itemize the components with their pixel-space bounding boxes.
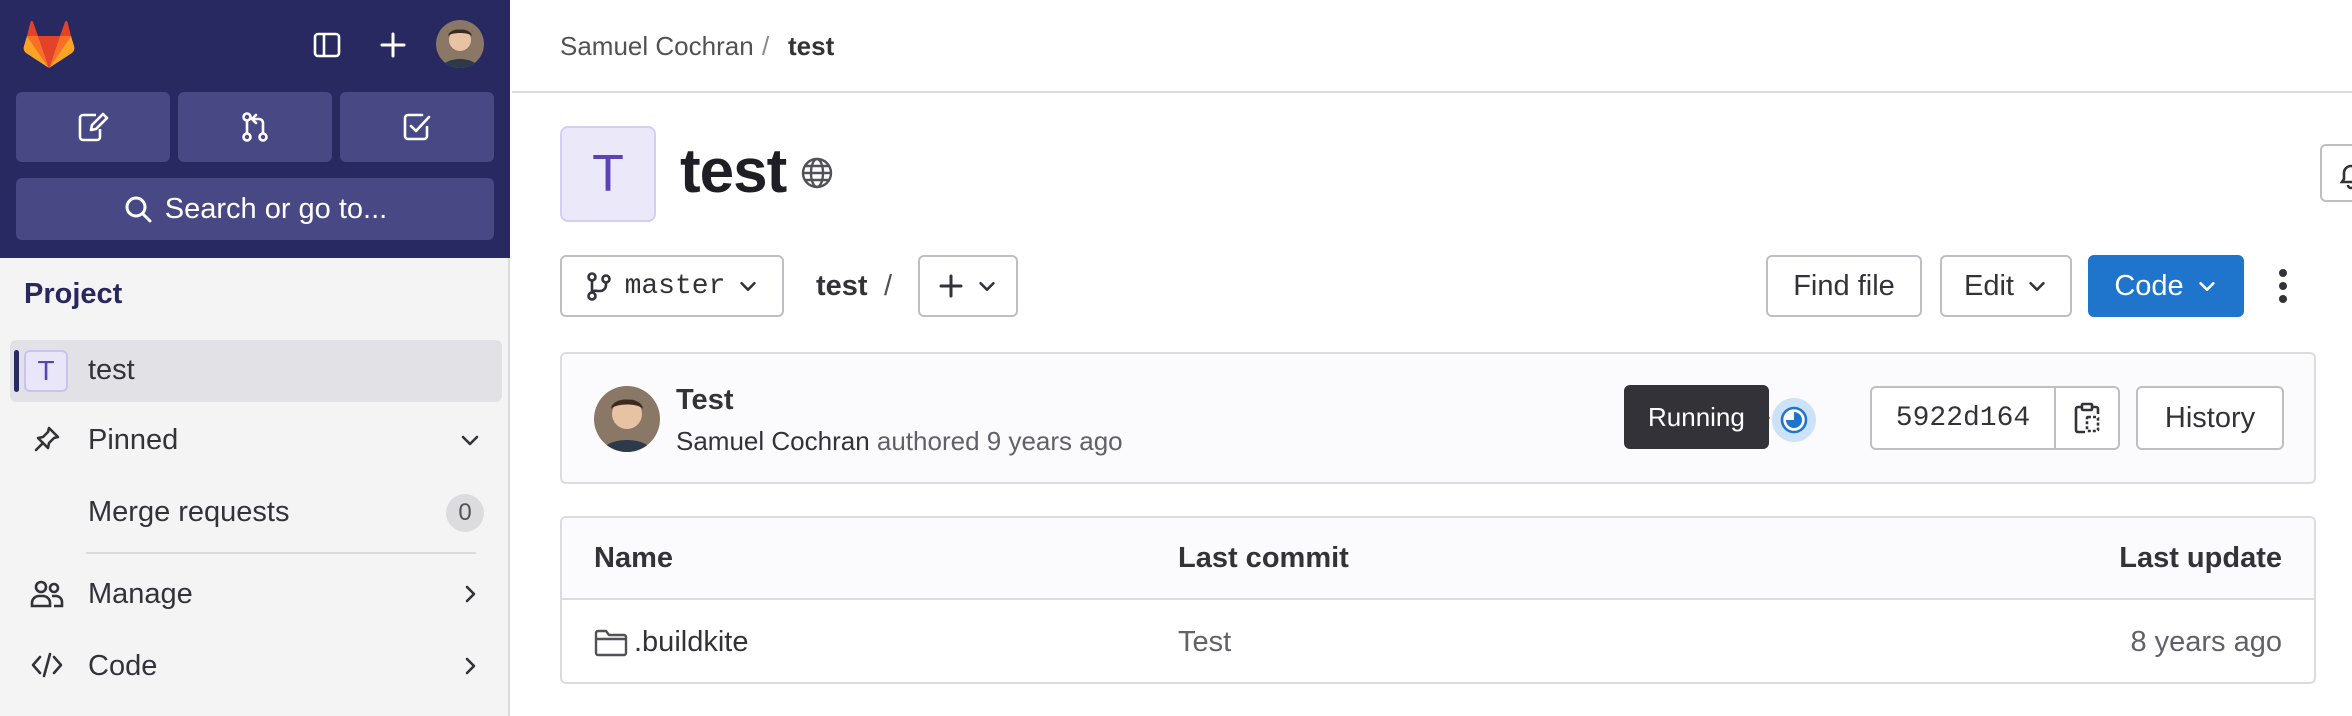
globe-icon bbox=[801, 157, 833, 189]
thumbtack-icon bbox=[34, 426, 60, 452]
commit-author-link[interactable]: Samuel Cochran bbox=[676, 426, 870, 456]
folder-icon bbox=[594, 629, 628, 657]
sidebar-item-label: Manage bbox=[88, 578, 193, 610]
table-row[interactable]: .buildkite Test 8 years ago bbox=[562, 602, 2314, 682]
pipeline-status-tooltip: Running bbox=[1624, 385, 1769, 449]
code-icon bbox=[31, 652, 63, 678]
todo-list-button[interactable] bbox=[340, 92, 494, 162]
sidebar-item-project[interactable]: T test bbox=[10, 340, 502, 402]
path-root-link[interactable]: test bbox=[816, 270, 868, 303]
edit-dropdown-button[interactable]: Edit bbox=[1940, 255, 2072, 317]
breadcrumb-separator: / bbox=[762, 31, 770, 61]
code-label: Code bbox=[2114, 269, 2184, 302]
create-new-button[interactable] bbox=[370, 22, 416, 68]
user-avatar[interactable] bbox=[436, 20, 484, 68]
project-avatar-small: T bbox=[24, 350, 68, 392]
collapse-sidebar-button[interactable] bbox=[304, 22, 350, 68]
status-running-icon bbox=[1780, 406, 1808, 434]
count-badge: 0 bbox=[446, 494, 484, 532]
chevron-down-icon bbox=[740, 281, 757, 291]
search-button[interactable]: Search or go to... bbox=[16, 178, 494, 240]
sidebar-divider bbox=[86, 552, 476, 554]
assigned-issues-button[interactable] bbox=[16, 92, 170, 162]
sidebar-header: Search or go to... bbox=[0, 0, 510, 258]
notifications-button[interactable] bbox=[2320, 144, 2352, 202]
pipeline-status-button[interactable] bbox=[1772, 398, 1816, 442]
issues-icon bbox=[78, 112, 109, 142]
chevron-right-icon bbox=[465, 585, 476, 603]
more-actions-button[interactable] bbox=[2266, 262, 2300, 310]
gitlab-logo-icon[interactable] bbox=[22, 18, 76, 72]
project-avatar: T bbox=[560, 126, 656, 222]
active-indicator bbox=[14, 350, 19, 392]
page-title: test bbox=[680, 137, 787, 206]
last-update-time: 8 years ago bbox=[2130, 626, 2282, 658]
merge-requests-button[interactable] bbox=[178, 92, 332, 162]
sidebar-item-label: Pinned bbox=[88, 424, 179, 456]
branch-name: master bbox=[624, 270, 726, 302]
search-icon bbox=[125, 196, 152, 223]
column-header-last-update: Last update bbox=[2119, 542, 2282, 574]
users-icon bbox=[30, 580, 64, 608]
plus-icon bbox=[939, 274, 963, 298]
commit-meta: Samuel Cochran authored 9 years ago bbox=[676, 426, 1123, 457]
find-file-button[interactable]: Find file bbox=[1766, 255, 1922, 317]
chevron-right-icon bbox=[465, 657, 476, 675]
chevron-down-icon bbox=[979, 281, 995, 291]
sidebar-item-label: Code bbox=[88, 650, 158, 682]
path-separator: / bbox=[884, 270, 893, 302]
chevron-down-icon bbox=[2029, 281, 2045, 291]
file-name-link[interactable]: .buildkite bbox=[634, 626, 748, 659]
breadcrumb-owner-link[interactable]: Samuel Cochran bbox=[560, 31, 754, 62]
commit-title-link[interactable]: Test bbox=[676, 384, 733, 417]
column-header-last-commit: Last commit bbox=[1178, 542, 1349, 574]
edit-label: Edit bbox=[1964, 269, 2014, 302]
commit-sha-group: 5922d164 bbox=[1870, 386, 2120, 450]
commit-authored-time: authored 9 years ago bbox=[876, 426, 1123, 456]
history-label: History bbox=[2164, 401, 2256, 434]
sidebar-toggle-icon bbox=[313, 32, 341, 58]
add-to-tree-dropdown[interactable] bbox=[918, 255, 1018, 317]
column-header-name: Name bbox=[594, 542, 673, 574]
bell-icon bbox=[2339, 164, 2352, 190]
branch-selector[interactable]: master bbox=[560, 255, 784, 317]
chevron-down-icon bbox=[2198, 281, 2215, 291]
history-button[interactable]: History bbox=[2136, 386, 2284, 450]
sidebar-item-label: Merge requests bbox=[88, 496, 290, 528]
breadcrumb: Samuel Cochran / test bbox=[512, 0, 2352, 93]
breadcrumb-project-link[interactable]: test bbox=[788, 31, 834, 62]
file-tree-table: Name Last commit Last update .buildkite … bbox=[560, 516, 2316, 684]
table-header: Name Last commit Last update bbox=[562, 518, 2314, 600]
branch-icon bbox=[586, 272, 611, 301]
last-commit-panel: Test Samuel Cochran authored 9 years ago… bbox=[560, 352, 2316, 484]
plus-icon bbox=[380, 32, 406, 58]
commit-sha-button[interactable]: 5922d164 bbox=[1872, 388, 2056, 448]
sidebar: Search or go to... Project T test Pinned… bbox=[0, 0, 510, 716]
chevron-down-icon bbox=[461, 435, 479, 446]
sidebar-item-label: test bbox=[88, 354, 135, 386]
ellipsis-vertical-icon bbox=[2279, 269, 2287, 303]
copy-sha-button[interactable] bbox=[2056, 388, 2118, 448]
last-commit-link[interactable]: Test bbox=[1178, 626, 1231, 659]
code-dropdown-button[interactable]: Code bbox=[2088, 255, 2244, 317]
find-file-label: Find file bbox=[1793, 269, 1895, 302]
todo-checkbox-icon bbox=[403, 113, 431, 141]
tooltip-arrow bbox=[1762, 410, 1770, 426]
sidebar-section-title: Project bbox=[24, 278, 123, 310]
copy-clipboard-icon bbox=[2074, 402, 2100, 434]
merge-request-icon bbox=[242, 112, 268, 142]
search-label: Search or go to... bbox=[164, 192, 388, 225]
commit-author-avatar[interactable] bbox=[594, 386, 660, 452]
